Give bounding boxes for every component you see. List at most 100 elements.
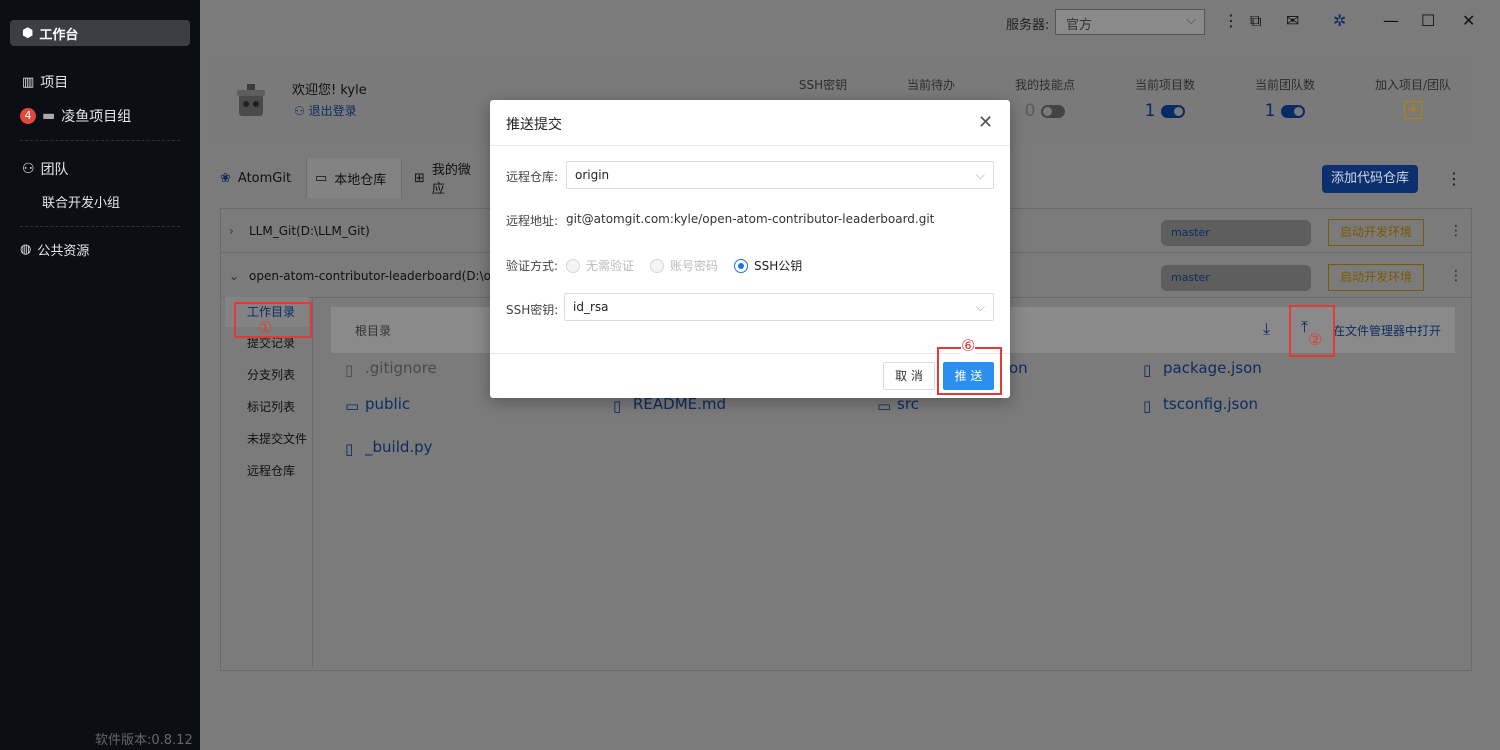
ssh-key-label: SSH密钥: <box>506 303 559 317</box>
stat-value: 1 <box>1144 101 1156 121</box>
radio-label: 账号密码 <box>670 259 719 273</box>
board-icon: ▥ <box>22 74 35 90</box>
file-name: _build.py <box>365 438 433 456</box>
sidebar-item-dev-group[interactable]: 联合开发小组 <box>42 192 120 211</box>
more-icon[interactable]: ⋮ <box>1446 170 1462 188</box>
welcome-text: 欢迎您! kyle <box>292 83 367 98</box>
sidebar-item-label: 项目 <box>40 75 69 91</box>
divider <box>490 145 1010 146</box>
toggle-switch[interactable] <box>1281 104 1306 118</box>
more-icon[interactable]: ⋮ <box>1449 223 1463 239</box>
file-item[interactable]: ▯ tsconfig.json <box>1143 395 1259 415</box>
branch-select[interactable]: master <box>1161 265 1311 291</box>
chevron-down-icon[interactable]: ⌄ <box>229 269 239 283</box>
folder-icon: ▭ <box>315 170 328 186</box>
file-icon: ▯ <box>613 396 622 415</box>
annotation-box <box>234 302 312 338</box>
chevron-down-icon: ⌵ <box>1186 13 1196 28</box>
radio-ssh-key[interactable]: SSH公钥 <box>734 257 802 274</box>
version-text: 软件版本:0.8.12 <box>95 733 193 748</box>
file-name: tsconfig.json <box>1163 395 1259 413</box>
sidebar: ⬢ 工作台 ▥ 项目 4 ▬ 凌鱼项目组 ⚇ 团队 联合开发小组 ◍ 公共资源 … <box>0 0 200 750</box>
radio-circle <box>650 258 664 273</box>
toggle-switch[interactable] <box>1041 104 1066 118</box>
cancel-button[interactable]: 取 消 <box>883 362 935 390</box>
chevron-right-icon[interactable]: › <box>229 224 234 238</box>
stat-label: SSH密钥 <box>798 78 848 92</box>
divider <box>20 226 180 227</box>
more-icon[interactable]: ⋮ <box>1223 12 1239 30</box>
file-name: public <box>365 395 411 413</box>
minimize-icon[interactable]: — <box>1383 12 1399 30</box>
avatar <box>237 84 265 116</box>
add-repo-button[interactable]: 添加代码仓库 <box>1322 165 1418 193</box>
radio-circle <box>566 258 580 273</box>
stat-ssh-key[interactable]: SSH密钥 <box>768 76 878 93</box>
close-icon[interactable]: ✕ <box>978 112 993 133</box>
stat-label: 当前项目数 <box>1134 78 1195 92</box>
radio-no-auth[interactable]: 无需验证 <box>566 257 634 274</box>
maximize-icon[interactable]: ☐ <box>1421 12 1435 30</box>
stat-team-count[interactable]: 当前团队数 1 <box>1230 76 1340 121</box>
annotation-number: ② <box>1308 330 1323 349</box>
annotation-number: ① <box>258 318 273 337</box>
network-icon[interactable]: ⧉ <box>1250 12 1261 30</box>
start-env-button[interactable]: 启动开发环境 <box>1328 264 1424 291</box>
nav-uncommitted[interactable]: 未提交文件 <box>225 424 309 454</box>
tab-atomgit[interactable]: ❀ AtomGit <box>212 158 304 198</box>
tab-label: 本地仓库 <box>334 172 387 188</box>
stat-project-count[interactable]: 当前项目数 1 <box>1110 76 1220 121</box>
file-item[interactable]: ▯ package.json <box>1143 359 1262 379</box>
ssh-key-select[interactable]: id_rsa ⌵ <box>564 293 994 321</box>
remote-repo-select[interactable]: origin ⌵ <box>566 161 994 189</box>
sidebar-item-label: 工作台 <box>39 27 79 43</box>
sidebar-item-team[interactable]: ⚇ 团队 <box>22 159 69 179</box>
stat-label: 我的技能点 <box>1014 78 1075 92</box>
file-name: on <box>1009 359 1028 377</box>
stat-label: 当前团队数 <box>1254 78 1315 92</box>
download-icon[interactable]: ⤓ <box>1263 319 1270 339</box>
server-select[interactable]: 官方 ⌵ <box>1055 9 1205 35</box>
stat-join[interactable]: 加入项目/团队 + <box>1358 76 1468 119</box>
file-icon: ▯ <box>1143 396 1152 415</box>
sidebar-item-public-resources[interactable]: ◍ 公共资源 <box>20 240 89 259</box>
nav-branches[interactable]: 分支列表 <box>225 360 309 390</box>
tab-label: 我的微应 <box>431 163 471 197</box>
folder-icon: ▬ <box>42 108 56 124</box>
nav-remotes[interactable]: 远程仓库 <box>225 456 309 486</box>
stat-todo[interactable]: 当前待办 <box>876 76 986 93</box>
annotation-number: ⑥ <box>961 336 976 355</box>
sidebar-item-workbench[interactable]: ⬢ 工作台 <box>10 20 190 46</box>
auth-method-label: 验证方式: <box>506 259 559 273</box>
atomgit-logo-icon: ❀ <box>220 170 231 186</box>
close-window-icon[interactable]: ✕ <box>1462 12 1475 30</box>
tab-local-repo[interactable]: ▭ 本地仓库 <box>306 158 402 198</box>
divider <box>490 353 1010 354</box>
sidebar-item-label: 联合开发小组 <box>42 196 121 211</box>
plus-icon[interactable]: + <box>1404 101 1422 119</box>
radio-circle <box>734 258 748 273</box>
toggle-switch[interactable] <box>1161 104 1186 118</box>
folder-item[interactable]: ▭ public <box>345 395 411 415</box>
file-name: package.json <box>1163 359 1262 377</box>
tab-micro-apps[interactable]: ⊞ 我的微应 <box>406 158 490 198</box>
radio-password[interactable]: 账号密码 <box>650 257 718 274</box>
sidebar-item-label: 凌鱼项目组 <box>61 109 132 125</box>
file-item[interactable]: ▯ .gitignore <box>345 359 437 379</box>
bug-icon[interactable]: ✲ <box>1333 12 1346 30</box>
file-item[interactable]: ▯ _build.py <box>345 438 433 458</box>
mail-icon[interactable]: ✉ <box>1286 12 1299 30</box>
folder-icon: ▭ <box>345 396 360 415</box>
sidebar-item-project-group[interactable]: 4 ▬ 凌鱼项目组 <box>20 106 131 126</box>
breadcrumb[interactable]: 根目录 <box>355 322 391 339</box>
sidebar-item-label: 公共资源 <box>37 244 90 259</box>
start-env-button[interactable]: 启动开发环境 <box>1328 219 1424 246</box>
more-icon[interactable]: ⋮ <box>1449 268 1463 284</box>
nav-tags[interactable]: 标记列表 <box>225 392 309 422</box>
logout-link[interactable]: ⚇ 退出登录 <box>294 102 357 119</box>
branch-select[interactable]: master <box>1161 220 1311 246</box>
sidebar-item-projects[interactable]: ▥ 项目 <box>22 72 68 92</box>
open-in-explorer-link[interactable]: 在文件管理器中打开 <box>1333 322 1441 339</box>
file-item[interactable]: on <box>1009 359 1028 377</box>
repo-left-nav: 工作目录 提交记录 分支列表 标记列表 未提交文件 远程仓库 <box>221 297 313 667</box>
